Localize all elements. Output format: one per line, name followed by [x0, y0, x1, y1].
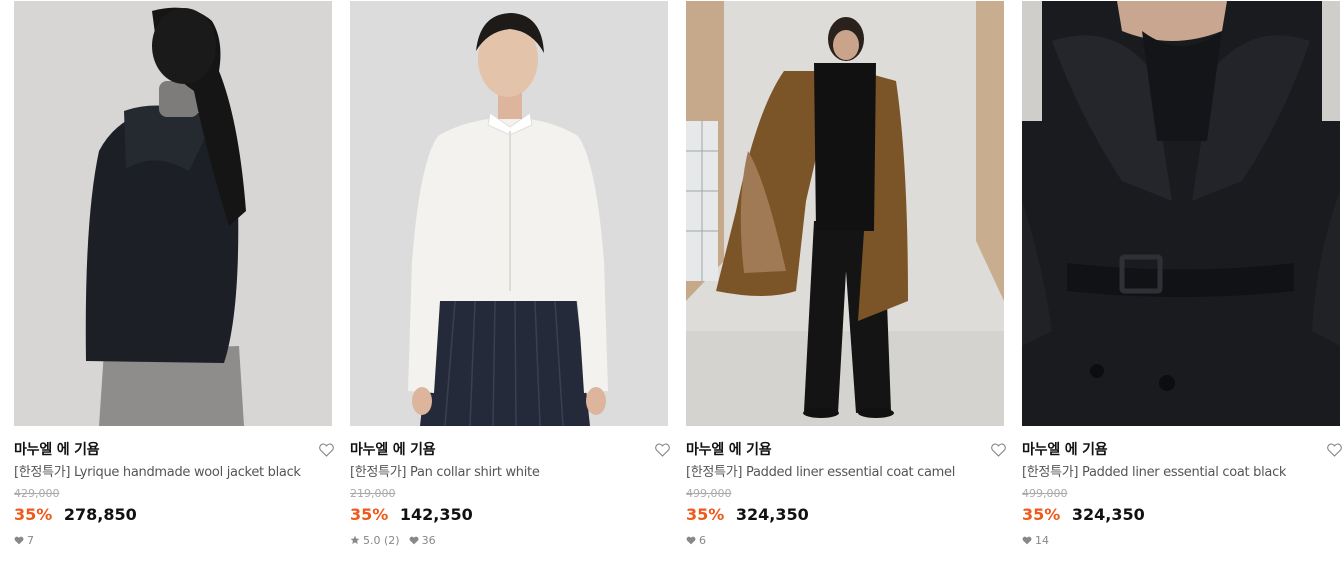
- original-price: 499,000: [686, 487, 732, 500]
- wishlist-heart-icon[interactable]: [988, 440, 1008, 460]
- sale-price: 324,350: [735, 505, 809, 524]
- product-name[interactable]: [한정특가] Padded liner essential coat black: [1022, 464, 1340, 482]
- original-price: 499,000: [1022, 487, 1068, 500]
- heart-filled-icon: [1022, 536, 1032, 545]
- product-card[interactable]: 마누엘 에 기욤 [한정특가] Padded liner essential c…: [1022, 1, 1342, 548]
- sale-price: 324,350: [1071, 505, 1145, 524]
- wishlist-heart-icon[interactable]: [1324, 440, 1342, 460]
- brand-name[interactable]: 마누엘 에 기욤: [14, 440, 332, 460]
- like-count: 36: [421, 533, 436, 547]
- discount-rate: 35%: [14, 505, 53, 524]
- sale-price: 142,350: [399, 505, 473, 524]
- product-stats: 5.0 (2) 36: [350, 532, 668, 548]
- heart-filled-icon: [14, 536, 24, 545]
- heart-filled-icon: [686, 536, 696, 545]
- product-stats: 6: [686, 532, 1004, 548]
- like-count: 7: [27, 533, 34, 547]
- price-row: 35% 324,350: [686, 504, 1004, 526]
- price-row: 35% 142,350: [350, 504, 668, 526]
- product-image[interactable]: [1022, 1, 1340, 426]
- product-card[interactable]: 마누엘 에 기욤 [한정특가] Padded liner essential c…: [686, 1, 1006, 548]
- brand-name[interactable]: 마누엘 에 기욤: [350, 440, 668, 460]
- like-count: 14: [1035, 533, 1049, 547]
- like-count: 6: [699, 533, 706, 547]
- wishlist-heart-icon[interactable]: [316, 440, 336, 460]
- product-name[interactable]: [한정특가] Pan collar shirt white: [350, 464, 668, 482]
- brand-name[interactable]: 마누엘 에 기욤: [1022, 440, 1340, 460]
- product-name[interactable]: [한정특가] Padded liner essential coat camel: [686, 464, 1004, 482]
- price-row: 35% 278,850: [14, 504, 332, 526]
- product-card[interactable]: 마누엘 에 기욤 [한정특가] Lyrique handmade wool ja…: [14, 1, 334, 548]
- discount-rate: 35%: [350, 505, 389, 524]
- original-price: 429,000: [14, 487, 60, 500]
- product-card[interactable]: 마누엘 에 기욤 [한정특가] Pan collar shirt white 2…: [350, 1, 670, 548]
- product-name[interactable]: [한정특가] Lyrique handmade wool jacket blac…: [14, 464, 332, 482]
- discount-rate: 35%: [686, 505, 725, 524]
- product-image[interactable]: [14, 1, 332, 426]
- heart-filled-icon: [409, 536, 419, 545]
- brand-name[interactable]: 마누엘 에 기욤: [686, 440, 1004, 460]
- product-stats: 7: [14, 532, 332, 548]
- rating-score: 5.0 (2): [363, 533, 400, 547]
- star-icon: [350, 535, 360, 545]
- discount-rate: 35%: [1022, 505, 1061, 524]
- product-grid: 마누엘 에 기욤 [한정특가] Lyrique handmade wool ja…: [0, 0, 1342, 568]
- product-stats: 14: [1022, 532, 1340, 548]
- sale-price: 278,850: [63, 505, 137, 524]
- original-price: 219,000: [350, 487, 396, 500]
- wishlist-heart-icon[interactable]: [652, 440, 672, 460]
- product-image[interactable]: [350, 1, 668, 426]
- price-row: 35% 324,350: [1022, 504, 1340, 526]
- product-image[interactable]: [686, 1, 1004, 426]
